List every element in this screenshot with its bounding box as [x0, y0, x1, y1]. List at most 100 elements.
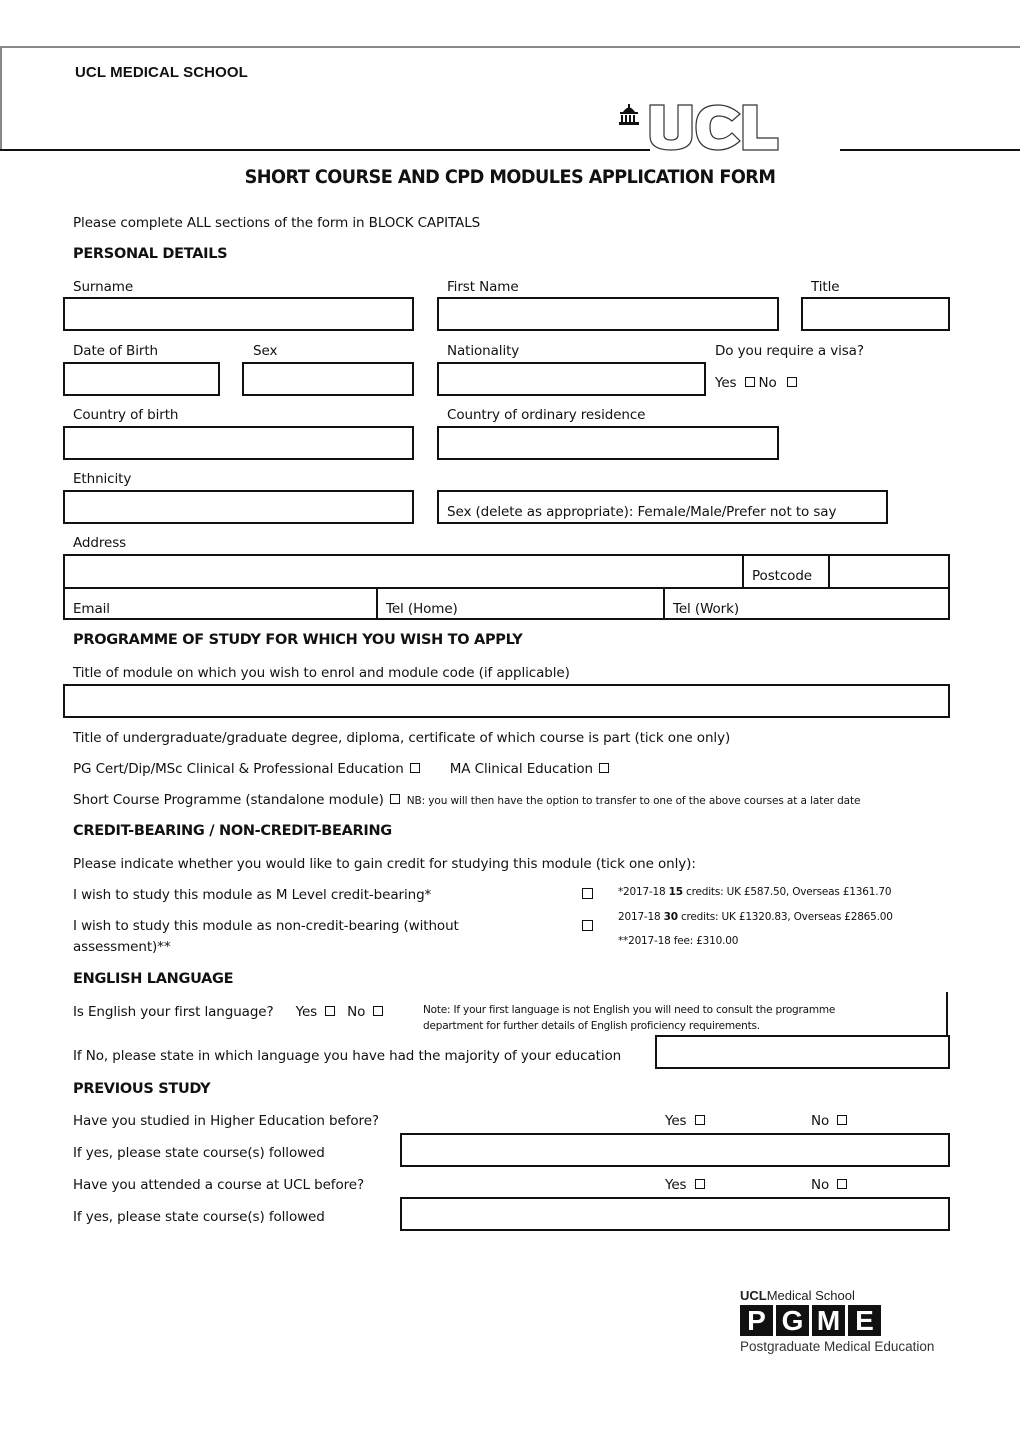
option-pg-checkbox[interactable] [409, 763, 420, 773]
divider [742, 556, 744, 587]
title-label: Title [811, 279, 840, 295]
english-yes-label: Yes [295, 1004, 318, 1020]
country-birth-field[interactable] [63, 426, 414, 460]
credit-heading: CREDIT-BEARING / NON-CREDIT-BEARING [73, 823, 392, 839]
credit-option-non-label-1: I wish to study this module as non-credi… [73, 918, 459, 934]
english-note-1: Note: If your first language is not Engl… [423, 1004, 836, 1016]
sex-delete-field[interactable]: Sex (delete as appropriate): Female/Male… [437, 490, 888, 524]
postcode-field[interactable] [830, 556, 948, 587]
fee-15-credits: *2017-18 15 credits: UK £587.50, Oversea… [618, 886, 892, 898]
sex-label: Sex [253, 343, 278, 359]
english-note-border [946, 992, 948, 1036]
previous-q2-no-checkbox[interactable] [837, 1179, 848, 1189]
fee-text: credits: UK £587.50, Overseas £1361.70 [682, 886, 892, 898]
visa-no-checkbox[interactable] [786, 377, 797, 387]
degree-title-label: Title of undergraduate/graduate degree, … [73, 730, 731, 746]
ethnicity-field[interactable] [63, 490, 414, 524]
module-title-field[interactable] [63, 684, 950, 718]
pgme-logo-ucl: UCL [740, 1288, 767, 1303]
previous-q1-courses-field[interactable] [400, 1133, 950, 1167]
dob-field[interactable] [63, 362, 220, 396]
english-no-label: No [347, 1004, 366, 1020]
fee-credits-bold: 30 [663, 911, 678, 923]
pgme-subtitle: Postgraduate Medical Education [740, 1339, 935, 1354]
yes-label: Yes [665, 1177, 687, 1193]
previous-q2-followed-label: If yes, please state course(s) followed [73, 1209, 325, 1225]
previous-q2-courses-field[interactable] [400, 1197, 950, 1231]
previous-q1-yes: Yes [665, 1113, 709, 1129]
pgme-letter-e: E [848, 1305, 881, 1336]
dob-label: Date of Birth [73, 343, 158, 359]
credit-option-non-checkbox[interactable] [582, 920, 593, 931]
pgme-letter-p: P [740, 1305, 773, 1336]
country-residence-field[interactable] [437, 426, 779, 460]
ucl-portico-logo-icon [619, 104, 779, 151]
english-question-row: Is English your first language? Yes No [73, 1004, 387, 1020]
english-yes-checkbox[interactable] [325, 1006, 336, 1016]
previous-q2-yes-checkbox[interactable] [694, 1179, 705, 1189]
credit-intro: Please indicate whether you would like t… [73, 856, 696, 872]
programme-options-row-2: Short Course Programme (standalone modul… [73, 792, 860, 808]
pgme-logo-medical-school: Medical School [766, 1288, 855, 1303]
option-ma-checkbox[interactable] [599, 763, 610, 773]
instruction-text: Please complete ALL sections of the form… [73, 215, 481, 231]
fee-non-credit: **2017-18 fee: £310.00 [618, 935, 739, 947]
fee-30-credits: 2017-18 30 credits: UK £1320.83, Oversea… [618, 911, 893, 923]
option-ma-label: MA Clinical Education [449, 761, 594, 777]
surname-label: Surname [73, 279, 134, 295]
pgme-logo-top: UCLMedical School [740, 1289, 955, 1303]
title-field[interactable] [801, 297, 950, 331]
previous-q1: Have you studied in Higher Education bef… [73, 1113, 379, 1129]
programme-heading: PROGRAMME OF STUDY FOR WHICH YOU WISH TO… [73, 632, 523, 648]
previous-heading: PREVIOUS STUDY [73, 1081, 211, 1097]
previous-q1-no: No [811, 1113, 851, 1129]
credit-option-m-checkbox[interactable] [582, 888, 593, 899]
pgme-letter-m: M [812, 1305, 845, 1336]
nationality-label: Nationality [447, 343, 520, 359]
previous-q1-yes-checkbox[interactable] [694, 1115, 705, 1125]
email-field[interactable]: Email [65, 589, 376, 620]
pgme-letters: PGME [740, 1305, 955, 1337]
address-field[interactable] [65, 556, 742, 587]
nationality-field[interactable] [437, 362, 706, 396]
header-bottom-rule-left [0, 149, 650, 151]
surname-field[interactable] [63, 297, 414, 331]
sex-delete-text: Sex (delete as appropriate): Female/Male… [447, 504, 837, 520]
option-pg-label: PG Cert/Dip/MSc Clinical & Professional … [73, 761, 404, 777]
tel-home-field[interactable]: Tel (Home) [378, 589, 663, 620]
header-bottom-rule-right [840, 149, 1020, 151]
ethnicity-label: Ethnicity [73, 471, 132, 487]
english-if-no-label: If No, please state in which language yo… [73, 1048, 622, 1064]
english-heading: ENGLISH LANGUAGE [73, 971, 234, 987]
fee-credits-bold: 15 [668, 886, 683, 898]
option-short-checkbox[interactable] [389, 794, 400, 804]
english-note-2: department for further details of Englis… [423, 1020, 760, 1032]
tel-work-field[interactable]: Tel (Work) [665, 589, 948, 620]
personal-details-heading: PERSONAL DETAILS [73, 246, 228, 262]
no-label: No [811, 1113, 830, 1129]
english-no-checkbox[interactable] [373, 1006, 384, 1016]
address-label: Address [73, 535, 127, 551]
email-label: Email [73, 601, 110, 617]
country-residence-label: Country of ordinary residence [447, 407, 646, 423]
option-short-label: Short Course Programme (standalone modul… [73, 792, 384, 808]
address-table: Postcode Email Tel (Home) Tel (Work) [63, 554, 950, 620]
sex-field[interactable] [242, 362, 414, 396]
credit-option-m-label: I wish to study this module as M Level c… [73, 887, 432, 903]
country-birth-label: Country of birth [73, 407, 179, 423]
first-name-field[interactable] [437, 297, 779, 331]
previous-q1-followed-label: If yes, please state course(s) followed [73, 1145, 325, 1161]
first-name-label: First Name [447, 279, 519, 295]
previous-q1-no-checkbox[interactable] [837, 1115, 848, 1125]
ucl-logo [616, 100, 846, 152]
visa-yes-checkbox[interactable] [744, 377, 755, 387]
credit-option-non-label-2: assessment)** [73, 939, 171, 955]
previous-q2-no: No [811, 1177, 851, 1193]
nb-note: NB: you will then have the option to tra… [406, 795, 861, 807]
pgme-logo: UCLMedical School PGME Postgraduate Medi… [740, 1289, 955, 1354]
visa-options: Yes No [715, 375, 801, 391]
fee-text: 2017-18 [618, 911, 664, 923]
tel-work-label: Tel (Work) [673, 601, 740, 617]
pgme-letter-g: G [776, 1305, 809, 1336]
english-language-field[interactable] [655, 1035, 950, 1069]
